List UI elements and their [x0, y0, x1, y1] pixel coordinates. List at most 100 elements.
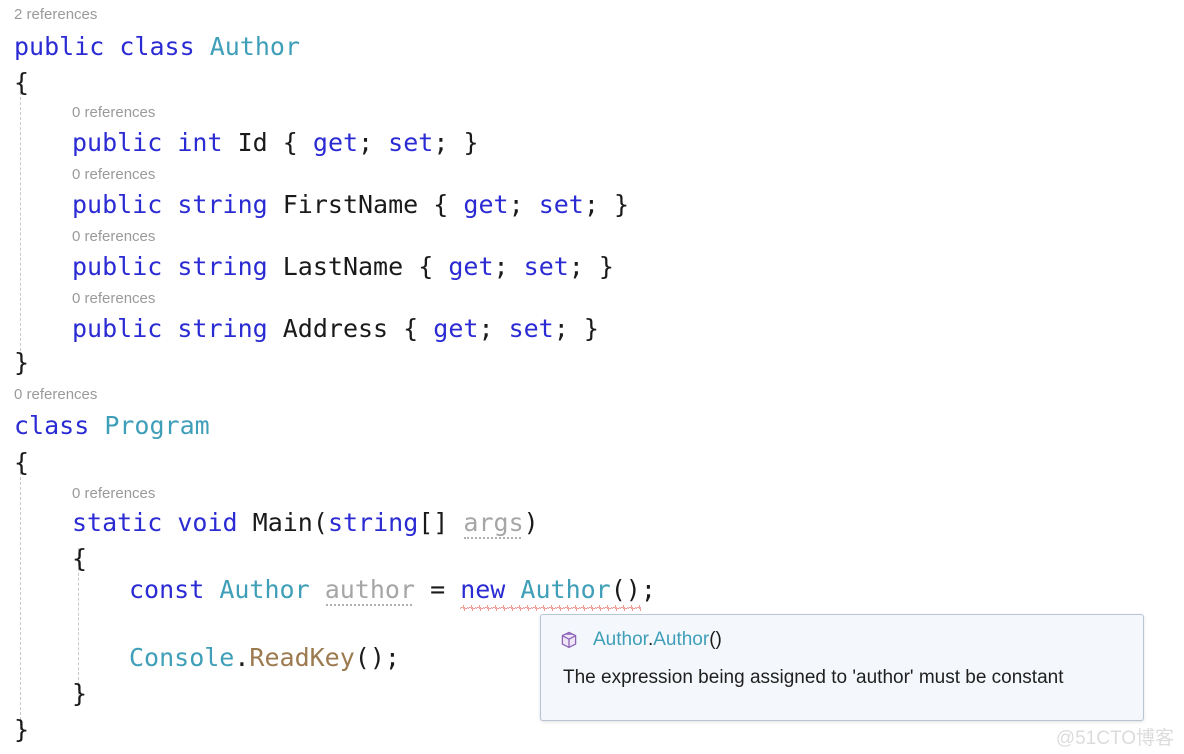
code-line-class-program-decl[interactable]: class Program [14, 411, 210, 441]
token-semicolon: ; [384, 643, 400, 672]
token-identifier-firstname: FirstName [282, 190, 419, 219]
tooltip-signature-type: Author [593, 629, 648, 650]
code-line-class-author-decl[interactable]: public class Author [14, 32, 300, 62]
code-line-property-firstname[interactable]: public string FirstName { get; set; } [72, 190, 629, 220]
codelens-class-program[interactable]: 0 references [14, 386, 97, 404]
indent-guide-level1-author [20, 92, 21, 356]
watermark: @51CTO博客 [1055, 728, 1174, 749]
token-semicolon: ; [553, 314, 569, 343]
token-keyword-public: public [14, 32, 105, 61]
token-type-author: Author [209, 32, 301, 61]
code-line-property-id[interactable]: public int Id { get; set; } [72, 128, 479, 158]
code-line-console-readkey[interactable]: Console.ReadKey(); [129, 643, 400, 673]
token-brace-close: } [14, 348, 30, 377]
token-dot: . [234, 643, 250, 672]
token-keyword-set: set [523, 252, 569, 281]
token-identifier-address: Address [282, 314, 389, 343]
token-keyword-const: const [129, 575, 205, 604]
code-line-program-close-brace[interactable]: } [14, 715, 29, 745]
token-semicolon: ; [433, 128, 449, 157]
token-keyword-public: public [72, 128, 163, 157]
token-keyword-get: get [433, 314, 479, 343]
token-unused-parameter-args: args [463, 508, 524, 537]
token-keyword-public: public [72, 314, 163, 343]
token-brace-close: } [72, 679, 88, 708]
codelens-property-firstname[interactable]: 0 references [72, 166, 155, 184]
token-keyword-string: string [177, 190, 268, 219]
method-cube-icon [561, 631, 577, 649]
token-keyword-string: string [177, 314, 268, 343]
token-keyword-public: public [72, 252, 163, 281]
tooltip-signature-params: () [709, 629, 722, 650]
codelens-property-address[interactable]: 0 references [72, 290, 155, 308]
code-line-main-close-brace[interactable]: } [72, 679, 87, 709]
token-keyword-set: set [538, 190, 584, 219]
token-keyword-new: new [460, 575, 506, 604]
token-semicolon: ; [583, 190, 599, 219]
quick-info-tooltip: Author.Author() The expression being ass… [540, 614, 1144, 721]
token-identifier-lastname: LastName [282, 252, 404, 281]
tooltip-error-message: The expression being assigned to 'author… [563, 667, 1064, 688]
token-keyword-string: string [327, 508, 419, 537]
token-type-console: Console [129, 643, 235, 672]
token-brace-close: } [613, 190, 630, 219]
token-semicolon: ; [493, 252, 509, 281]
codelens-property-id[interactable]: 0 references [72, 104, 155, 122]
token-array-brackets: [] [418, 508, 449, 537]
token-brace-close: } [463, 128, 479, 157]
code-line-property-lastname[interactable]: public string LastName { get; set; } [72, 252, 614, 282]
token-keyword-get: get [463, 190, 509, 219]
token-brace-open: { [14, 68, 30, 97]
code-line-const-author-declaration[interactable]: const Author author = new Author(); [129, 575, 656, 605]
code-editor[interactable]: 2 references public class Author { 0 ref… [0, 0, 1184, 754]
token-keyword-set: set [388, 128, 434, 157]
codelens-class-author[interactable]: 2 references [14, 6, 97, 24]
token-paren-close: ) [523, 508, 539, 537]
token-variable-author: author [324, 575, 416, 604]
token-keyword-public: public [72, 190, 163, 219]
token-identifier-main: Main [252, 508, 313, 537]
token-brace-open: { [433, 190, 449, 219]
token-brace-close: } [583, 314, 599, 343]
token-semicolon: ; [640, 575, 656, 604]
token-type-program: Program [104, 411, 210, 440]
code-line-method-main-signature[interactable]: static void Main(string[] args) [72, 508, 539, 538]
error-squiggle-new-author[interactable]: new Author() [460, 575, 641, 604]
token-operator-assign: = [430, 575, 446, 604]
token-brace-open: { [72, 544, 88, 573]
token-keyword-get: get [448, 252, 494, 281]
token-keyword-class: class [119, 32, 195, 61]
token-keyword-set: set [508, 314, 554, 343]
token-semicolon: ; [568, 252, 584, 281]
token-keyword-void: void [177, 508, 238, 537]
code-line-main-open-brace[interactable]: { [72, 544, 87, 574]
token-keyword-class: class [14, 411, 90, 440]
token-keyword-get: get [312, 128, 359, 157]
tooltip-header: Author.Author() [541, 615, 1143, 653]
token-method-readkey: ReadKey [249, 643, 355, 672]
token-type-author: Author [219, 575, 310, 604]
tooltip-signature: Author.Author() [593, 629, 722, 651]
token-type-author: Author [520, 575, 611, 604]
code-line-program-open-brace[interactable]: { [14, 448, 29, 478]
token-semicolon: ; [508, 190, 524, 219]
token-brace-open: { [282, 128, 298, 157]
token-call-parens: () [610, 575, 641, 604]
token-identifier-id: Id [237, 128, 268, 157]
code-line-author-close-brace[interactable]: } [14, 348, 29, 378]
tooltip-signature-member: Author [653, 629, 710, 650]
token-paren-open: ( [312, 508, 328, 537]
token-brace-open: { [14, 448, 30, 477]
codelens-property-lastname[interactable]: 0 references [72, 228, 155, 246]
indent-guide-level1-program [20, 472, 21, 730]
token-semicolon: ; [478, 314, 494, 343]
code-line-property-address[interactable]: public string Address { get; set; } [72, 314, 599, 344]
token-brace-open: { [403, 314, 419, 343]
token-brace-close: } [598, 252, 614, 281]
token-brace-close: } [14, 715, 30, 744]
code-line-author-open-brace[interactable]: { [14, 68, 29, 98]
token-brace-open: { [418, 252, 434, 281]
token-semicolon: ; [358, 128, 374, 157]
codelens-method-main[interactable]: 0 references [72, 485, 155, 503]
token-keyword-static: static [72, 508, 163, 537]
